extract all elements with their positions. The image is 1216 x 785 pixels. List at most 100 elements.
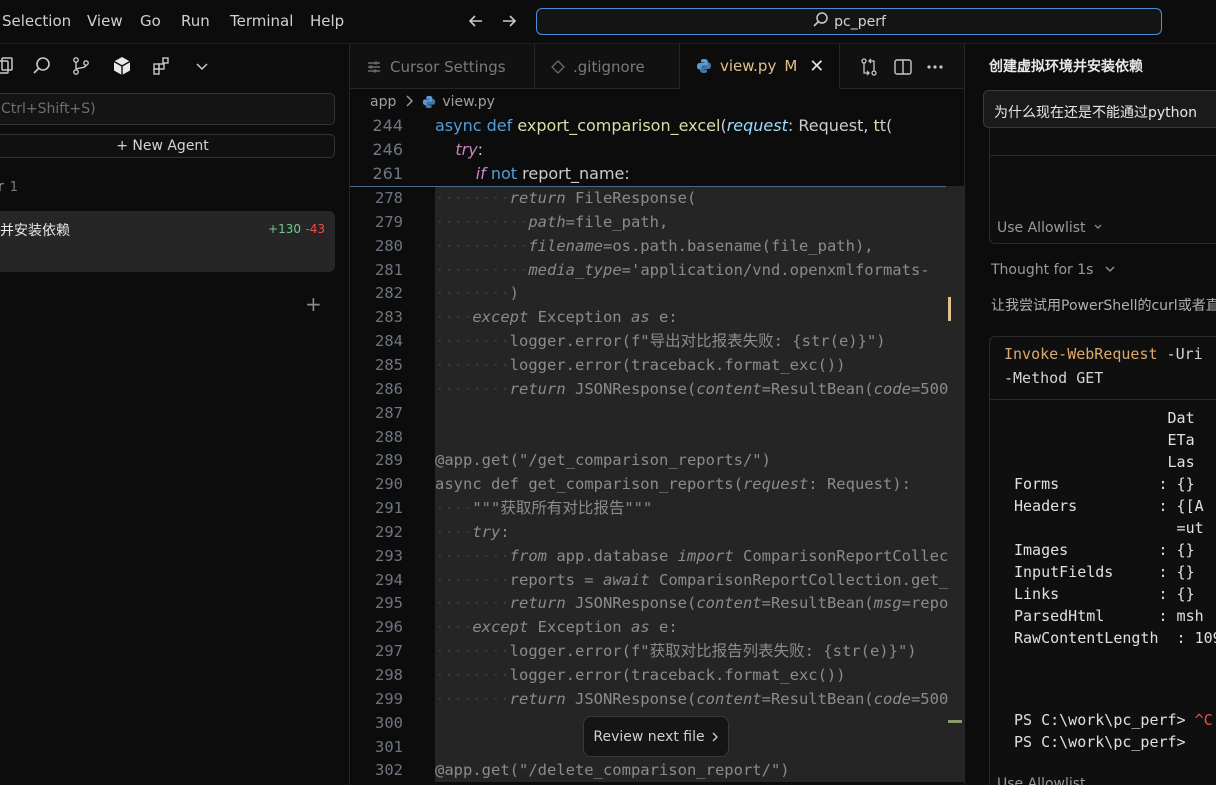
scroll-marker bbox=[948, 720, 962, 723]
sticky-scroll-header[interactable]: 244 async def export_comparison_excel(req… bbox=[350, 114, 946, 187]
line-text: ········) bbox=[435, 284, 519, 303]
tab-label: view.py bbox=[720, 57, 777, 75]
code-line[interactable]: 298 ········logger.error(traceback.format… bbox=[350, 663, 964, 687]
allowlist-label: Use Allowlist bbox=[997, 776, 1086, 785]
agent-list-item[interactable]: 并安装依赖 +130 -43 bbox=[0, 211, 335, 272]
agent-search-input[interactable]: Ctrl+Shift+S) bbox=[0, 93, 335, 125]
code-line[interactable]: 295 ········return JSONResponse(content=R… bbox=[350, 591, 964, 616]
code-line[interactable]: 285 ········logger.error(traceback.format… bbox=[350, 352, 964, 377]
compare-changes-icon[interactable] bbox=[857, 55, 881, 79]
code-line[interactable]: 280 ··········filename=os.path.basename(f… bbox=[350, 233, 964, 258]
code-line[interactable]: 289 @app.get("/get_comparison_reports/") bbox=[350, 448, 964, 473]
settings-icon bbox=[366, 59, 382, 75]
menu-selection[interactable]: Selection bbox=[2, 12, 71, 30]
terminal-line: Images : {} bbox=[1014, 541, 1195, 559]
chat-title: 创建虚拟环境并安装依赖 bbox=[989, 59, 1143, 75]
search-icon[interactable] bbox=[29, 53, 55, 79]
use-allowlist-dropdown-2[interactable]: Use Allowlist bbox=[997, 776, 1086, 785]
menu-view[interactable]: View bbox=[87, 12, 123, 30]
user-question-bubble[interactable]: 为什么现在还是不能通过python bbox=[983, 90, 1216, 128]
forward-arrow-icon[interactable] bbox=[497, 9, 521, 33]
line-number: 295 bbox=[375, 594, 403, 613]
code-line[interactable]: 290 async def get_comparison_reports(requ… bbox=[350, 472, 964, 497]
card-divider bbox=[990, 155, 1216, 156]
more-actions-icon[interactable] bbox=[923, 55, 947, 79]
close-tab-icon[interactable]: ✕ bbox=[809, 56, 824, 77]
menu-terminal[interactable]: Terminal bbox=[230, 12, 293, 30]
split-editor-icon[interactable] bbox=[891, 55, 915, 79]
title-bar: Selection View Go Run Terminal Help pc_p… bbox=[0, 0, 1216, 44]
thought-toggle[interactable]: Thought for 1s bbox=[991, 262, 1116, 278]
new-agent-button[interactable]: + New Agent bbox=[0, 134, 335, 158]
code-line[interactable]: 281 ··········media_type='application/vnd… bbox=[350, 257, 964, 282]
code-line[interactable]: 284 ········logger.error(f"导出对比报表失败: {str… bbox=[350, 329, 964, 354]
line-text: ····except Exception as e: bbox=[435, 308, 678, 327]
tab-view-py[interactable]: view.py M ✕ bbox=[680, 44, 840, 89]
code-line[interactable]: 286 ········return JSONResponse(content=R… bbox=[350, 376, 964, 401]
line-number: 287 bbox=[375, 403, 403, 422]
python-icon bbox=[696, 58, 712, 74]
code-line[interactable]: 297 ········logger.error(f"获取对比报告列表失败: {s… bbox=[350, 639, 964, 664]
search-icon bbox=[812, 11, 834, 33]
code-line[interactable]: 291 ····"""获取所有对比报告""" bbox=[350, 496, 964, 521]
line-number: 261 bbox=[372, 164, 403, 183]
code-line[interactable]: 246 try: bbox=[350, 138, 964, 162]
code-line[interactable]: 302 @app.get("/delete_comparison_report/"… bbox=[350, 758, 964, 783]
code-line[interactable]: 299 ········return JSONResponse(content=R… bbox=[350, 686, 964, 711]
source-control-icon[interactable] bbox=[68, 53, 94, 79]
agent-section-header[interactable]: r1 bbox=[0, 179, 18, 195]
chevron-down-icon[interactable] bbox=[189, 53, 215, 79]
review-next-file-button[interactable]: Review next file bbox=[583, 716, 729, 757]
menu-help[interactable]: Help bbox=[310, 12, 344, 30]
command-center-search[interactable]: pc_perf bbox=[536, 8, 1162, 35]
code-line[interactable]: 244 async def export_comparison_excel(req… bbox=[350, 114, 964, 138]
line-text: ········reports = await ComparisonReport… bbox=[435, 570, 949, 589]
command-line-2: -Method GET bbox=[1004, 369, 1104, 387]
line-text: ··········filename=os.path.basename(file… bbox=[435, 236, 874, 255]
breadcrumb-file[interactable]: view.py bbox=[442, 94, 495, 110]
command-name: Invoke-WebRequest bbox=[1004, 345, 1158, 363]
line-number: 296 bbox=[375, 618, 403, 637]
code-line[interactable]: 283 ····except Exception as e: bbox=[350, 305, 964, 330]
code-line[interactable]: 294 ········reports = await ComparisonRep… bbox=[350, 567, 964, 592]
modified-indicator: M bbox=[784, 57, 798, 75]
code-line[interactable]: 278 ········return FileResponse( bbox=[350, 186, 964, 210]
extensions-icon[interactable] bbox=[149, 53, 175, 79]
command-line-1: Invoke-WebRequest -Uri bbox=[1004, 345, 1203, 363]
code-line[interactable]: 261 if not report_name: bbox=[350, 162, 964, 186]
python-icon bbox=[422, 95, 436, 109]
code-line[interactable]: 287 bbox=[350, 400, 964, 425]
chevron-right-icon bbox=[711, 731, 719, 743]
prompt-text: PS C:\work\pc_perf> bbox=[1014, 711, 1195, 729]
menu-run[interactable]: Run bbox=[181, 12, 210, 30]
chevron-right-icon bbox=[404, 95, 414, 110]
use-allowlist-dropdown[interactable]: Use Allowlist bbox=[997, 220, 1103, 236]
tab-label: Cursor Settings bbox=[390, 57, 506, 76]
modified-gutter-marker bbox=[948, 297, 951, 321]
copy-icon[interactable] bbox=[0, 53, 20, 79]
code-line[interactable]: 282 ········) bbox=[350, 281, 964, 306]
line-number: 302 bbox=[375, 761, 403, 780]
tab-cursor-settings[interactable]: Cursor Settings bbox=[350, 44, 535, 89]
assistant-message: 让我尝试用PowerShell的curl或者直 bbox=[991, 298, 1216, 314]
back-arrow-icon[interactable] bbox=[464, 9, 488, 33]
section-label: r bbox=[0, 179, 4, 195]
code-line[interactable]: 296 ····except Exception as e: bbox=[350, 615, 964, 640]
tab-gitignore[interactable]: .gitignore bbox=[535, 44, 680, 89]
code-line[interactable]: 279 ··········path=file_path, bbox=[350, 209, 964, 234]
line-text: ··········path=file_path, bbox=[435, 212, 669, 231]
menu-go[interactable]: Go bbox=[140, 12, 161, 30]
line-number: 292 bbox=[375, 522, 403, 541]
breadcrumb-folder[interactable]: app bbox=[370, 94, 396, 110]
terminal-line: Links : {} bbox=[1014, 585, 1195, 603]
diff-highlight bbox=[435, 519, 964, 544]
code-line[interactable]: 292 ····try: bbox=[350, 519, 964, 544]
add-agent-plus-icon[interactable]: + bbox=[305, 292, 322, 316]
section-count: 1 bbox=[9, 180, 19, 195]
terminal-output-card[interactable]: Invoke-WebRequest -Uri -Method GET Dat E… bbox=[989, 336, 1216, 785]
cube-icon[interactable] bbox=[109, 53, 135, 79]
agent-item-title: 并安装依赖 bbox=[0, 223, 70, 239]
code-line[interactable]: 288 bbox=[350, 424, 964, 449]
code-line[interactable]: 293 ········from app.database import Comp… bbox=[350, 543, 964, 568]
chevron-down-icon bbox=[1094, 224, 1102, 229]
